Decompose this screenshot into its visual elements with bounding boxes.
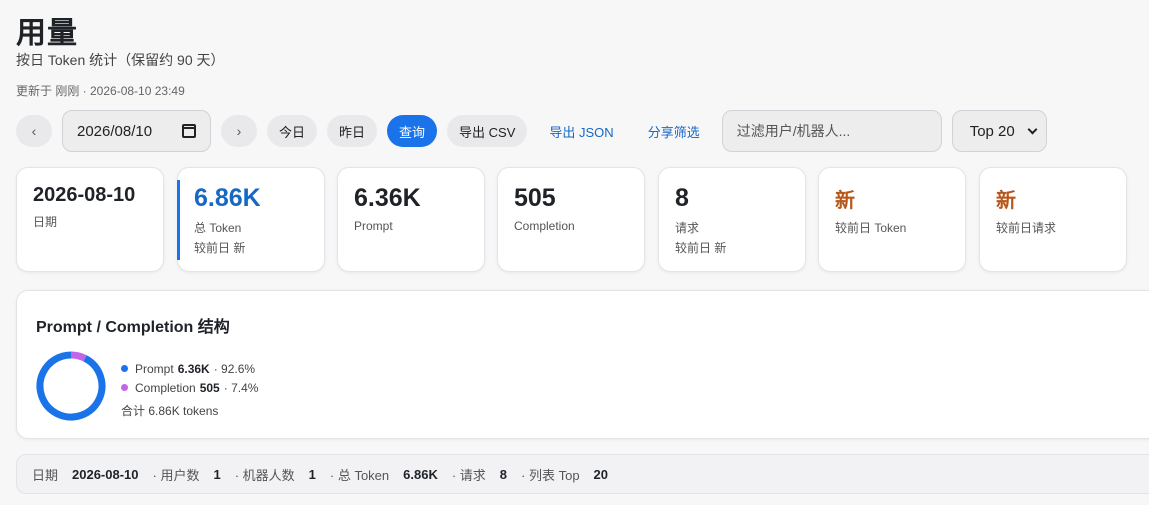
footer-top-value: 20 (593, 466, 609, 482)
footer-bots-key: · 机器人数 (234, 467, 295, 483)
requests-card: 8 请求 较前日 新 (658, 167, 806, 272)
requests-label: 请求 (675, 221, 700, 235)
page-title: 用量 (16, 16, 78, 51)
total-token-value: 6.86K (194, 184, 261, 212)
completion-value: 505 (514, 184, 556, 212)
legend-prompt: Prompt 6.36K · 92.6% (121, 359, 258, 378)
toolbar: ‹ 2026/08/10 › 今日 昨日 查询 导出 CSV 导出 JSON 分… (16, 110, 1047, 152)
query-button[interactable]: 查询 (387, 115, 438, 147)
legend-completion-value: 505 (199, 380, 220, 395)
token-change-card: 新 较前日 Token (818, 167, 966, 272)
structure-donut (36, 351, 106, 421)
token-change-label: 较前日 Token (835, 221, 907, 235)
legend-prompt-name: Prompt (135, 361, 174, 376)
footer-req-key: · 请求 (451, 467, 486, 483)
structure-panel: Prompt / Completion 结构 Prompt 6.36K · 92… (16, 290, 1149, 439)
next-day-button[interactable]: › (221, 115, 257, 147)
date-card-value: 2026-08-10 (33, 184, 136, 206)
chevron-right-icon: › (236, 123, 242, 139)
footer-date-value: 2026-08-10 (72, 466, 139, 482)
export-csv-button[interactable]: 导出 CSV (447, 115, 528, 147)
date-card-label: 日期 (33, 215, 58, 229)
donut-prompt-segment (36, 351, 106, 421)
share-filter-button[interactable]: 分享筛选 (642, 122, 706, 141)
yesterday-button[interactable]: 昨日 (327, 115, 378, 147)
prompt-dot-icon (121, 365, 128, 372)
card-accent-bar (177, 180, 180, 260)
completion-label: Completion (514, 219, 575, 233)
date-card: 2026-08-10 日期 (16, 167, 164, 272)
today-button[interactable]: 今日 (267, 115, 318, 147)
date-input[interactable]: 2026/08/10 (62, 110, 211, 152)
footer-top-key: · 列表 Top (521, 467, 580, 483)
legend-total: 合计 6.86K tokens (121, 404, 219, 418)
footer-bots-value: 1 (308, 466, 316, 482)
updated-time: 更新于 刚刚 · 2026-08-10 23:49 (16, 84, 185, 98)
top-select[interactable]: Top 20 (951, 110, 1047, 152)
legend-completion-pct: · 7.4% (223, 380, 259, 395)
filter-input[interactable] (721, 110, 942, 152)
legend-completion-name: Completion (135, 380, 196, 395)
footer-users-value: 1 (213, 466, 221, 482)
request-change-value: 新 (996, 190, 1016, 212)
chevron-left-icon: ‹ (31, 123, 37, 139)
footer-users-key: · 用户数 (152, 467, 200, 483)
completion-card: 505 Completion (497, 167, 645, 272)
total-token-change: 较前日 新 (194, 241, 246, 255)
top-select-value: Top 20 (969, 122, 1015, 140)
calendar-icon[interactable] (182, 124, 196, 138)
token-change-value: 新 (835, 190, 855, 212)
prev-day-button[interactable]: ‹ (16, 115, 52, 147)
date-value: 2026/08/10 (77, 122, 153, 140)
footer-req-value: 8 (499, 466, 508, 482)
summary-footer: 日期 2026-08-10 · 用户数 1 · 机器人数 1 · 总 Token… (16, 454, 1149, 494)
structure-legend: Prompt 6.36K · 92.6% Completion 505 · 7.… (121, 359, 258, 420)
prompt-label: Prompt (354, 219, 393, 233)
chevron-down-icon (1027, 124, 1038, 134)
prompt-card: 6.36K Prompt (337, 167, 485, 272)
completion-dot-icon (121, 384, 128, 391)
legend-prompt-value: 6.36K (177, 361, 210, 376)
page-subtitle: 按日 Token 统计（保留约 90 天） (16, 52, 225, 68)
total-token-card: 6.86K 总 Token 较前日 新 (177, 167, 325, 272)
export-json-button[interactable]: 导出 JSON (543, 122, 619, 141)
footer-date-key: 日期 (32, 467, 59, 483)
requests-change: 较前日 新 (675, 241, 727, 255)
legend-prompt-pct: · 92.6% (213, 361, 256, 376)
structure-title: Prompt / Completion 结构 (36, 319, 230, 336)
requests-value: 8 (675, 184, 689, 212)
footer-token-value: 6.86K (403, 466, 438, 482)
request-change-card: 新 较前日请求 (979, 167, 1127, 272)
prompt-value: 6.36K (354, 184, 421, 212)
legend-completion: Completion 505 · 7.4% (121, 378, 258, 397)
request-change-label: 较前日请求 (996, 221, 1057, 235)
footer-token-key: · 总 Token (329, 467, 390, 483)
total-token-label: 总 Token (194, 221, 242, 235)
